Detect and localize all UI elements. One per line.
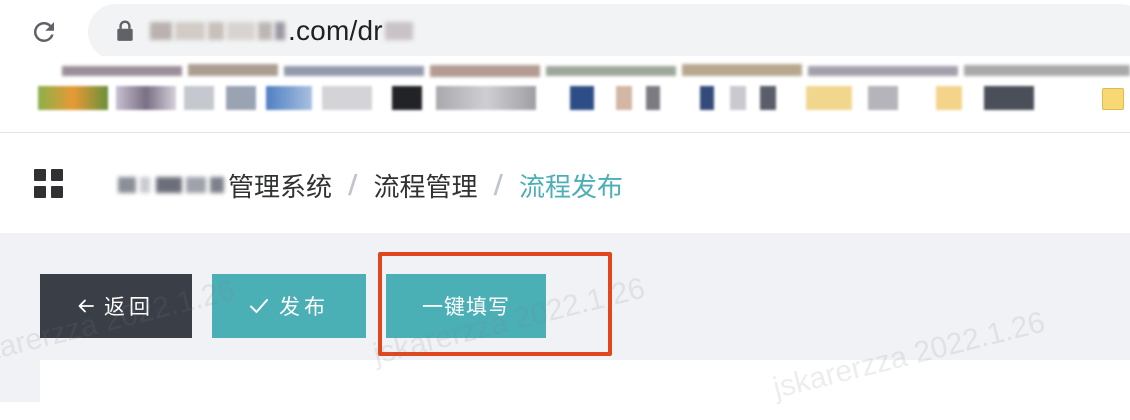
bookmark-item[interactable] [730, 86, 746, 110]
breadcrumb-separator: / [348, 170, 358, 200]
app-header: 管理系统 / 流程管理 / 流程发布 [0, 133, 1130, 233]
bookmark-item[interactable] [570, 86, 594, 110]
bookmark-item[interactable] [392, 86, 422, 110]
bookmark-item[interactable] [322, 86, 372, 110]
bookmark-item[interactable] [184, 86, 214, 110]
breadcrumb-root[interactable]: 管理系统 [228, 167, 332, 204]
one-click-fill-button[interactable]: 一键填写 [386, 274, 546, 338]
form-panel [40, 360, 1130, 420]
bookmark-item[interactable] [936, 86, 962, 110]
blurred-bookmark-text [62, 64, 1130, 77]
one-click-fill-label: 一键填写 [422, 295, 510, 319]
publish-button[interactable]: 发布 [212, 274, 366, 338]
breadcrumb-current: 流程发布 [519, 172, 624, 203]
breadcrumb-root-redacted [116, 173, 226, 197]
folder-icon[interactable] [1102, 88, 1124, 110]
bookmark-item[interactable] [646, 86, 660, 110]
lock-icon [117, 20, 133, 41]
bookmark-item[interactable] [984, 86, 1034, 110]
address-text[interactable]: .com/dr [150, 14, 416, 48]
bookmark-item[interactable] [436, 86, 536, 110]
back-button[interactable]: 返回 [40, 274, 192, 338]
bookmark-item[interactable] [616, 86, 632, 110]
menu-grid-icon[interactable] [34, 169, 64, 199]
url-visible-text: .com/dr [288, 15, 383, 46]
reload-button[interactable] [26, 14, 62, 50]
bookmark-item[interactable] [760, 86, 776, 110]
check-icon [250, 299, 268, 313]
breadcrumb-process-management[interactable]: 流程管理 [374, 167, 478, 204]
publish-label: 发布 [279, 295, 329, 319]
content-area: 返回 发布 一键填写 jskarerzza 2022.1.26 jskarerz… [0, 233, 1130, 420]
breadcrumb-separator: / [493, 170, 504, 200]
bookmarks-bar [0, 56, 1130, 132]
bookmark-item[interactable] [868, 86, 898, 110]
bookmark-item[interactable] [266, 86, 312, 110]
reload-icon [33, 21, 54, 42]
breadcrumb: 管理系统 / 流程管理 / 流程发布 [116, 163, 623, 207]
bookmark-items [30, 86, 1130, 112]
browser-toolbar: .com/dr [0, 0, 1130, 64]
bookmark-item[interactable] [116, 86, 176, 110]
back-label: 返回 [104, 295, 154, 319]
arrow-left-icon [78, 299, 94, 313]
bookmark-item[interactable] [38, 86, 108, 110]
bookmark-item[interactable] [226, 86, 256, 110]
bookmark-item[interactable] [700, 86, 714, 110]
bookmark-item[interactable] [806, 86, 852, 110]
